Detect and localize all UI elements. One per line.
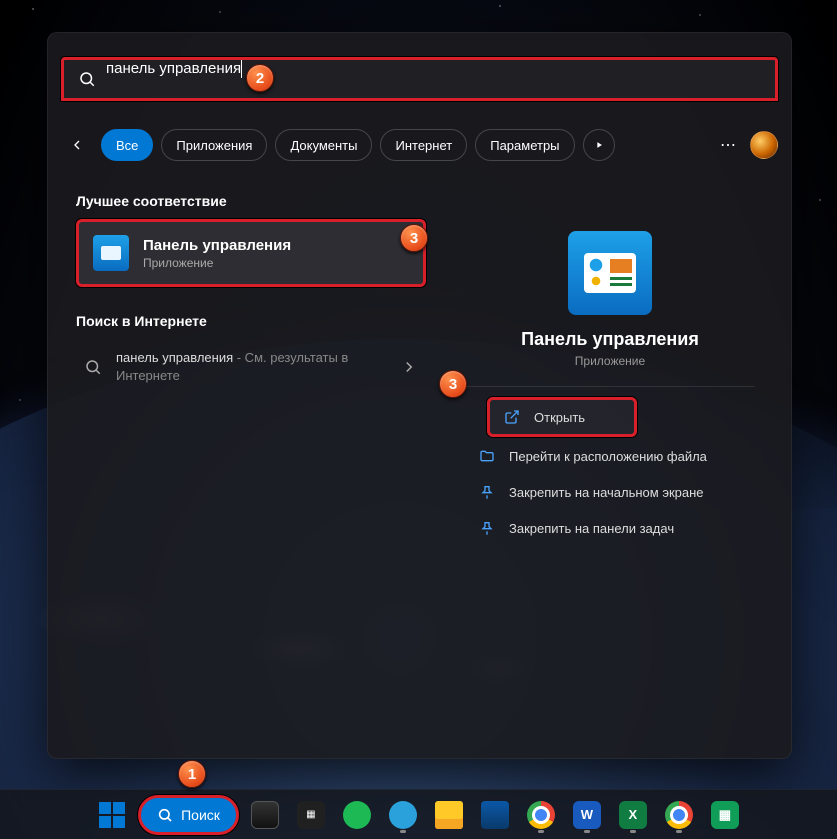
chrome-icon xyxy=(527,801,555,829)
calculator-button[interactable]: ▦ xyxy=(291,795,331,835)
chrome-icon xyxy=(665,801,693,829)
filter-apps[interactable]: Приложения xyxy=(161,129,267,161)
chrome-button[interactable] xyxy=(521,795,561,835)
best-match-title: Панель управления xyxy=(143,237,291,254)
action-pin-taskbar-label: Закрепить на панели задач xyxy=(509,521,674,536)
sheets-icon: ▦ xyxy=(711,801,739,829)
play-icon xyxy=(594,140,604,150)
filter-web[interactable]: Интернет xyxy=(380,129,467,161)
explorer-icon xyxy=(435,801,463,829)
excel-button[interactable]: X xyxy=(613,795,653,835)
annotation-badge-1: 1 xyxy=(178,760,206,788)
best-match-item[interactable]: Панель управления Приложение xyxy=(76,219,426,287)
filter-more[interactable] xyxy=(583,129,615,161)
phone-button[interactable] xyxy=(475,795,515,835)
user-avatar[interactable] xyxy=(750,131,778,159)
annotation-badge-2: 2 xyxy=(246,64,274,92)
chevron-right-icon xyxy=(400,358,418,376)
search-panel: панель управления Все Приложения Докумен… xyxy=(47,32,792,759)
telegram-icon xyxy=(389,801,417,829)
task-view-button[interactable] xyxy=(245,795,285,835)
pin-icon xyxy=(479,520,495,536)
pin-icon xyxy=(479,484,495,500)
action-pin-start-label: Закрепить на начальном экране xyxy=(509,485,704,500)
annotation-badge-3a: 3 xyxy=(400,224,428,252)
chrome2-button[interactable] xyxy=(659,795,699,835)
back-button[interactable] xyxy=(61,129,93,161)
calculator-icon: ▦ xyxy=(297,801,325,829)
phone-icon xyxy=(481,801,509,829)
taskview-icon xyxy=(251,801,279,829)
action-pin-taskbar[interactable]: Закрепить на панели задач xyxy=(465,511,755,545)
web-search-text: панель управления - См. результаты в Инт… xyxy=(116,349,386,385)
best-match-subtitle: Приложение xyxy=(143,256,291,270)
web-search-header: Поиск в Интернете xyxy=(76,313,426,329)
folder-icon xyxy=(479,448,495,464)
spotify-icon xyxy=(343,801,371,829)
best-match-header: Лучшее соответствие xyxy=(76,193,426,209)
filter-docs[interactable]: Документы xyxy=(275,129,372,161)
excel-icon: X xyxy=(619,801,647,829)
start-button[interactable] xyxy=(92,795,132,835)
spotify-button[interactable] xyxy=(337,795,377,835)
app-subtitle: Приложение xyxy=(459,354,761,368)
word-icon: W xyxy=(573,801,601,829)
open-icon xyxy=(504,409,520,425)
taskbar-search-button[interactable]: Поиск xyxy=(138,795,239,835)
results-right: Панель управления Приложение Открыть Пер… xyxy=(458,193,761,728)
action-open-label: Открыть xyxy=(534,410,585,425)
search-icon xyxy=(157,807,173,823)
app-title: Панель управления xyxy=(459,329,761,350)
windows-icon xyxy=(99,802,125,828)
search-icon xyxy=(78,70,96,88)
telegram-button[interactable] xyxy=(383,795,423,835)
filter-all[interactable]: Все xyxy=(101,129,153,161)
action-pin-start[interactable]: Закрепить на начальном экране xyxy=(465,475,755,509)
filter-settings[interactable]: Параметры xyxy=(475,129,574,161)
search-box[interactable]: панель управления xyxy=(61,57,778,101)
action-goto-location[interactable]: Перейти к расположению файла xyxy=(465,439,755,473)
arrow-left-icon xyxy=(69,137,85,153)
word-button[interactable]: W xyxy=(567,795,607,835)
results-left: Лучшее соответствие Панель управления Пр… xyxy=(76,193,426,395)
action-goto-label: Перейти к расположению файла xyxy=(509,449,707,464)
divider xyxy=(465,386,755,387)
more-menu[interactable]: ⋯ xyxy=(716,135,742,155)
sheets-button[interactable]: ▦ xyxy=(705,795,745,835)
action-open[interactable]: Открыть xyxy=(487,397,637,437)
search-icon xyxy=(84,358,102,376)
explorer-button[interactable] xyxy=(429,795,469,835)
taskbar: Поиск ▦ W X ▦ xyxy=(0,789,837,839)
app-large-icon xyxy=(568,231,652,315)
web-search-item[interactable]: панель управления - См. результаты в Инт… xyxy=(76,339,426,395)
filter-toolbar: Все Приложения Документы Интернет Параме… xyxy=(61,125,778,165)
control-panel-icon xyxy=(93,235,129,271)
search-input[interactable]: панель управления xyxy=(106,60,775,98)
taskbar-search-label: Поиск xyxy=(181,807,220,823)
annotation-badge-3b: 3 xyxy=(439,370,467,398)
